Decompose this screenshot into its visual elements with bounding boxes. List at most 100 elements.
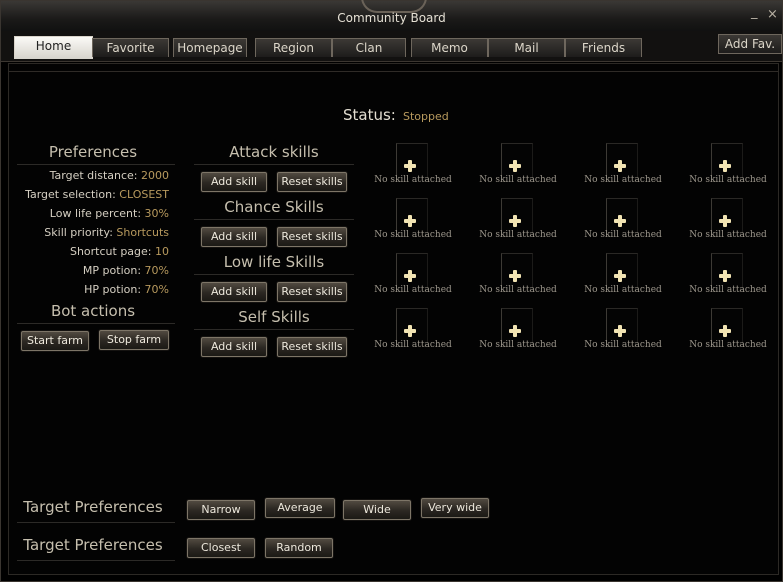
tab-friends[interactable]: Friends bbox=[565, 38, 642, 57]
closest-button[interactable]: Closest bbox=[187, 538, 255, 558]
panel-divider bbox=[9, 71, 778, 72]
plus-icon[interactable] bbox=[508, 269, 522, 283]
plus-icon[interactable] bbox=[613, 214, 627, 228]
title-bar[interactable]: Community Board _ × bbox=[1, 0, 782, 32]
random-button[interactable]: Random bbox=[265, 538, 333, 558]
slot-label: No skill attached bbox=[374, 175, 452, 185]
slot-label: No skill attached bbox=[479, 230, 557, 240]
plus-icon[interactable] bbox=[403, 269, 417, 283]
self-skill-slot-4[interactable]: No skill attached bbox=[676, 308, 780, 352]
bot-actions-heading: Bot actions bbox=[50, 302, 136, 320]
target-order-heading: Target Preferences bbox=[23, 536, 163, 554]
tab-homepage[interactable]: Homepage bbox=[173, 38, 247, 57]
minimize-icon[interactable]: _ bbox=[751, 5, 758, 20]
very-wide-button[interactable]: Very wide bbox=[421, 498, 489, 518]
slot-label: No skill attached bbox=[374, 340, 452, 350]
chance-skills-heading: Chance Skills bbox=[224, 198, 324, 216]
content-panel: Status: Stopped Preferences Target dista… bbox=[8, 63, 779, 575]
chance-skill-slot-4[interactable]: No skill attached bbox=[676, 198, 780, 242]
plus-icon[interactable] bbox=[718, 324, 732, 338]
status-value: Stopped bbox=[403, 110, 449, 123]
slot-label: No skill attached bbox=[584, 340, 662, 350]
tab-region[interactable]: Region bbox=[255, 38, 332, 57]
plus-icon[interactable] bbox=[718, 159, 732, 173]
slot-label: No skill attached bbox=[479, 340, 557, 350]
plus-icon[interactable] bbox=[613, 159, 627, 173]
low-life-skill-slot-4[interactable]: No skill attached bbox=[676, 253, 780, 297]
pref-mp-potion: MP potion: 70% bbox=[82, 264, 169, 277]
tab-home[interactable]: Home bbox=[14, 36, 93, 59]
plus-icon[interactable] bbox=[508, 159, 522, 173]
divider bbox=[194, 219, 354, 220]
attack-reset-skills-button[interactable]: Reset skills bbox=[277, 172, 347, 192]
slot-label: No skill attached bbox=[584, 175, 662, 185]
status-label: Status: bbox=[343, 106, 396, 124]
low-life-skills-heading: Low life Skills bbox=[223, 253, 325, 271]
plus-icon[interactable] bbox=[403, 214, 417, 228]
tab-mail[interactable]: Mail bbox=[488, 38, 565, 57]
plus-icon[interactable] bbox=[508, 324, 522, 338]
slot-label: No skill attached bbox=[584, 285, 662, 295]
slot-label: No skill attached bbox=[479, 285, 557, 295]
low-life-add-skill-button[interactable]: Add skill bbox=[201, 282, 267, 302]
tab-memo[interactable]: Memo bbox=[411, 38, 488, 57]
chance-reset-skills-button[interactable]: Reset skills bbox=[277, 227, 347, 247]
low-life-skill-slot-2[interactable]: No skill attached bbox=[466, 253, 570, 297]
low-life-reset-skills-button[interactable]: Reset skills bbox=[277, 282, 347, 302]
tab-favorite[interactable]: Favorite bbox=[92, 38, 169, 57]
chance-skill-slot-1[interactable]: No skill attached bbox=[361, 198, 465, 242]
add-fav-button[interactable]: Add Fav. bbox=[718, 34, 782, 54]
chance-add-skill-button[interactable]: Add skill bbox=[201, 227, 267, 247]
narrow-button[interactable]: Narrow bbox=[187, 500, 255, 520]
plus-icon[interactable] bbox=[718, 269, 732, 283]
low-life-skill-slot-3[interactable]: No skill attached bbox=[571, 253, 675, 297]
pref-target-selection: Target selection: CLOSEST bbox=[25, 188, 169, 201]
close-icon[interactable]: × bbox=[767, 7, 778, 22]
window-title: Community Board bbox=[337, 11, 446, 25]
pref-skill-priority: Skill priority: Shortcuts bbox=[44, 226, 169, 239]
slot-label: No skill attached bbox=[689, 175, 767, 185]
low-life-skill-slot-1[interactable]: No skill attached bbox=[361, 253, 465, 297]
plus-icon[interactable] bbox=[403, 159, 417, 173]
self-add-skill-button[interactable]: Add skill bbox=[201, 337, 267, 357]
plus-icon[interactable] bbox=[613, 324, 627, 338]
stop-farm-button[interactable]: Stop farm bbox=[99, 330, 169, 350]
slot-label: No skill attached bbox=[374, 230, 452, 240]
chance-skill-slot-2[interactable]: No skill attached bbox=[466, 198, 570, 242]
average-button[interactable]: Average bbox=[265, 498, 335, 518]
community-board-window: Community Board _ × Home Favorite Homepa… bbox=[0, 0, 783, 582]
plus-icon[interactable] bbox=[403, 324, 417, 338]
target-range-heading: Target Preferences bbox=[23, 498, 163, 516]
self-skills-heading: Self Skills bbox=[238, 308, 310, 326]
attack-skill-slot-2[interactable]: No skill attached bbox=[466, 143, 570, 187]
chance-skill-slot-3[interactable]: No skill attached bbox=[571, 198, 675, 242]
preferences-list: Target distance: 2000 Target selection: … bbox=[17, 169, 169, 299]
slot-label: No skill attached bbox=[479, 175, 557, 185]
divider bbox=[17, 164, 175, 165]
attack-skills-heading: Attack skills bbox=[229, 143, 319, 161]
divider bbox=[17, 560, 175, 561]
attack-skill-slot-1[interactable]: No skill attached bbox=[361, 143, 465, 187]
tab-bar: Home Favorite Homepage Region Clan Memo … bbox=[1, 31, 782, 62]
pref-hp-potion: HP potion: 70% bbox=[84, 283, 169, 296]
plus-icon[interactable] bbox=[508, 214, 522, 228]
attack-skill-slot-4[interactable]: No skill attached bbox=[676, 143, 780, 187]
self-skill-slot-3[interactable]: No skill attached bbox=[571, 308, 675, 352]
attack-add-skill-button[interactable]: Add skill bbox=[201, 172, 267, 192]
plus-icon[interactable] bbox=[718, 214, 732, 228]
wide-button[interactable]: Wide bbox=[343, 500, 411, 520]
attack-skill-slot-3[interactable]: No skill attached bbox=[571, 143, 675, 187]
self-skill-slot-1[interactable]: No skill attached bbox=[361, 308, 465, 352]
start-farm-button[interactable]: Start farm bbox=[21, 331, 89, 351]
slot-label: No skill attached bbox=[689, 285, 767, 295]
divider bbox=[194, 164, 354, 165]
pref-shortcut-page: Shortcut page: 10 bbox=[69, 245, 169, 258]
self-skill-slot-2[interactable]: No skill attached bbox=[466, 308, 570, 352]
tab-clan[interactable]: Clan bbox=[332, 38, 406, 57]
preferences-heading: Preferences bbox=[48, 143, 138, 161]
plus-icon[interactable] bbox=[613, 269, 627, 283]
pref-target-distance: Target distance: 2000 bbox=[49, 169, 169, 182]
self-reset-skills-button[interactable]: Reset skills bbox=[277, 337, 347, 357]
divider bbox=[17, 323, 175, 324]
divider bbox=[194, 274, 354, 275]
